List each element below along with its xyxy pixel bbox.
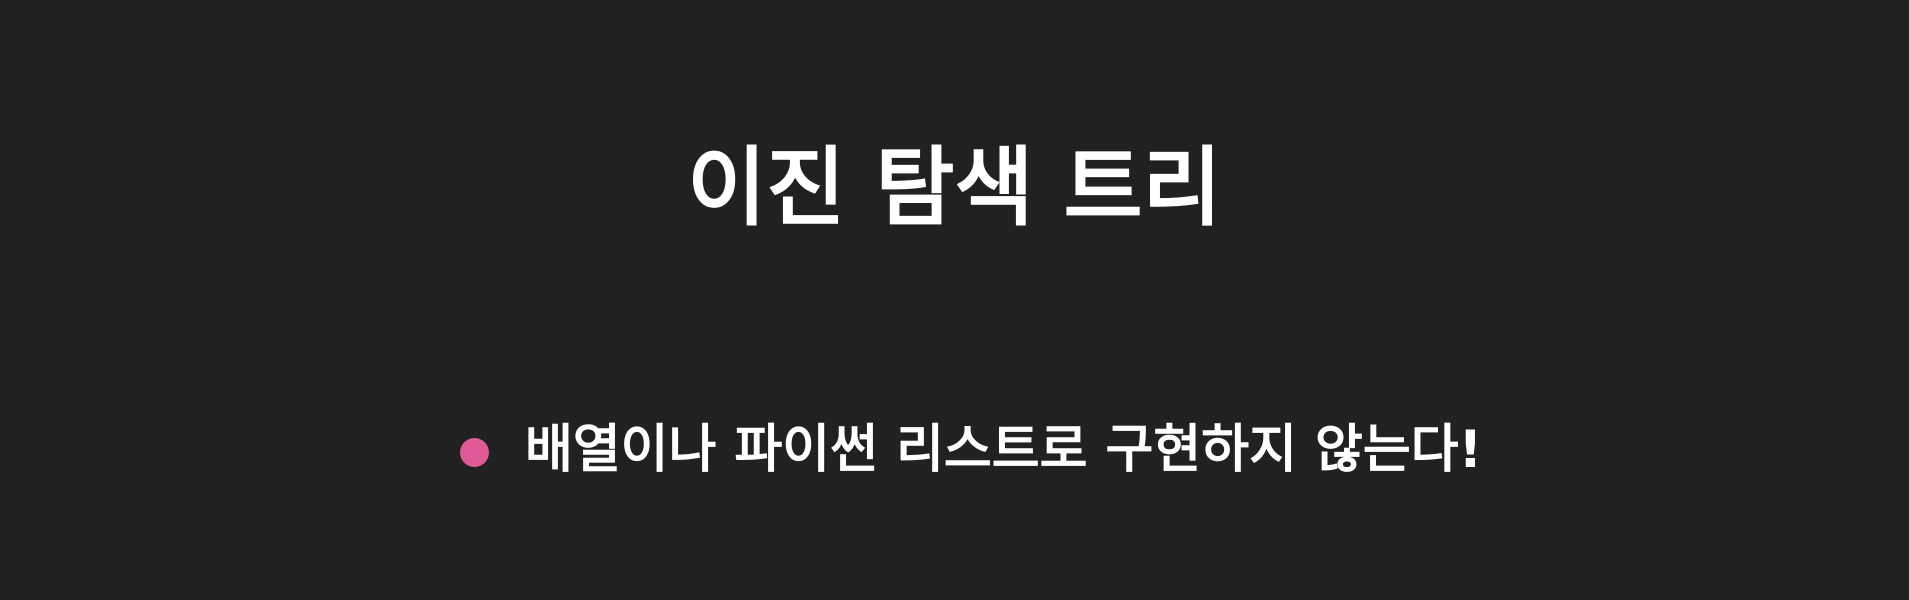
bullet-list: 배열이나 파이썬 리스트로 구현하지 않는다! bbox=[460, 410, 1560, 490]
bullet-dot-icon bbox=[460, 437, 489, 467]
bullet-item: 배열이나 파이썬 리스트로 구현하지 않는다! bbox=[460, 410, 1560, 490]
slide-title: 이진 탐색 트리 bbox=[687, 138, 1222, 238]
presentation-slide: 이진 탐색 트리 배열이나 파이썬 리스트로 구현하지 않는다! bbox=[0, 0, 1909, 600]
bullet-text: 배열이나 파이썬 리스트로 구현하지 않는다! bbox=[525, 420, 1483, 480]
